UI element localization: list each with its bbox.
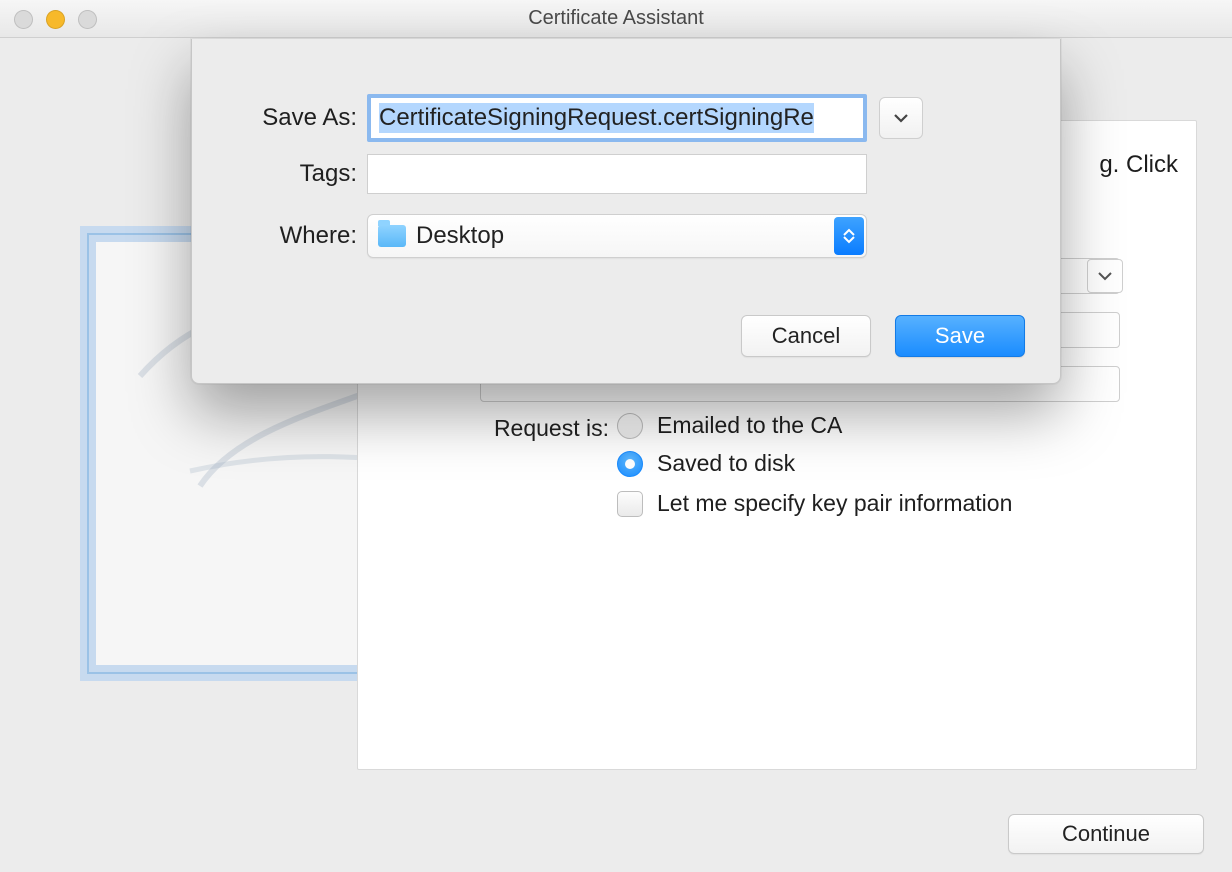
where-value: Desktop xyxy=(416,222,504,250)
close-window-button[interactable] xyxy=(14,10,33,29)
assistant-field-1-dropdown[interactable] xyxy=(1087,259,1123,293)
window-controls xyxy=(14,10,97,29)
continue-button-label: Continue xyxy=(1062,821,1150,847)
where-label: Where: xyxy=(192,222,357,250)
radio-label: Emailed to the CA xyxy=(657,412,842,439)
tags-field[interactable] xyxy=(367,154,867,194)
checkbox-label: Let me specify key pair information xyxy=(657,490,1012,517)
zoom-window-button[interactable] xyxy=(78,10,97,29)
tags-label: Tags: xyxy=(192,160,357,188)
request-is-label: Request is: xyxy=(494,415,609,442)
titlebar: Certificate Assistant xyxy=(0,0,1232,38)
minimize-window-button[interactable] xyxy=(46,10,65,29)
save-as-value: CertificateSigningRequest.certSigningRe xyxy=(379,103,814,133)
radio-icon xyxy=(617,451,643,477)
checkbox-specify-keypair[interactable]: Let me specify key pair information xyxy=(617,490,1012,517)
save-sheet: Save As: CertificateSigningRequest.certS… xyxy=(191,39,1061,384)
continue-button[interactable]: Continue xyxy=(1008,814,1204,854)
radio-icon xyxy=(617,413,643,439)
cancel-button[interactable]: Cancel xyxy=(741,315,871,357)
folder-icon xyxy=(378,225,406,247)
save-button-label: Save xyxy=(935,323,985,349)
chevron-down-icon xyxy=(1098,271,1112,281)
radio-saved-to-disk[interactable]: Saved to disk xyxy=(617,450,795,477)
assistant-instruction-fragment: g. Click xyxy=(1099,151,1178,179)
chevron-down-icon xyxy=(893,112,909,124)
expand-save-panel-button[interactable] xyxy=(879,97,923,139)
window-title: Certificate Assistant xyxy=(528,7,704,30)
save-button[interactable]: Save xyxy=(895,315,1025,357)
checkbox-icon xyxy=(617,491,643,517)
save-as-field[interactable]: CertificateSigningRequest.certSigningRe xyxy=(367,94,867,142)
cancel-button-label: Cancel xyxy=(772,323,840,349)
radio-emailed-to-ca[interactable]: Emailed to the CA xyxy=(617,412,842,439)
where-popup[interactable]: Desktop xyxy=(367,214,867,258)
save-as-label: Save As: xyxy=(192,104,357,132)
radio-label: Saved to disk xyxy=(657,450,795,477)
updown-arrows-icon xyxy=(834,217,864,255)
